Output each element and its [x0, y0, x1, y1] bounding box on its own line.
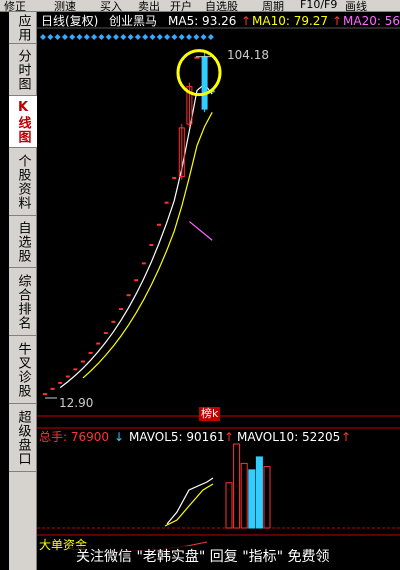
chart-badge: 榜k [199, 407, 221, 421]
price-candle [149, 244, 154, 247]
price-candle [111, 320, 116, 323]
sidebar-tab[interactable]: 超级盘口 [9, 404, 37, 472]
chart-canvas [37, 27, 400, 553]
kline-chart[interactable]: 日线(复权) 创业黑马 MA5: 93.26 ↑ MA10: 79.27 ↑ M… [37, 12, 400, 570]
price-candle [43, 393, 47, 396]
toolbar-item[interactable]: 周期 [262, 0, 284, 11]
signal-diamond [113, 34, 119, 40]
toolbar-item[interactable]: 修正 [4, 0, 26, 11]
sidebar-tab[interactable]: 自选股 [9, 216, 37, 268]
signal-diamond [156, 34, 163, 40]
signal-diamond [127, 34, 134, 40]
price-candle [65, 375, 70, 378]
sidebar-tab[interactable]: 个股资料 [9, 148, 37, 216]
price-candle [73, 368, 78, 371]
ma10-up-arrow: ↑ [332, 14, 343, 28]
mavol5-up-arrow: ↑ [224, 430, 235, 444]
signal-diamond [61, 34, 68, 40]
signal-diamond [178, 34, 185, 40]
price-candle [164, 201, 169, 204]
mavol10-up-arrow: ↑ [341, 430, 352, 444]
price-candle [172, 176, 177, 179]
toolbar-item[interactable]: F10/F9 [300, 0, 337, 11]
price-candle [103, 332, 108, 335]
signal-diamond [164, 34, 171, 40]
toolbar-item[interactable]: 自选股 [205, 0, 238, 11]
left-edge [0, 12, 9, 570]
sidebar: 应用 分时图 K线图 个股资料 自选股 综合排名 牛叉诊股 超级盘口 [9, 12, 37, 570]
signal-diamond [76, 34, 83, 40]
signal-diamond [200, 34, 207, 40]
signal-diamond [186, 34, 192, 40]
mavol5-line [166, 477, 214, 525]
toolbar-item[interactable]: 画线 [345, 0, 367, 11]
stock-name: 创业黑马 [109, 14, 158, 28]
signal-diamond [54, 34, 61, 40]
toolbar-item[interactable]: 开户 [170, 0, 192, 11]
watermark-banner: 关注微信 "老韩实盘" 回复 "指标" 免费领 [70, 546, 400, 568]
price-candle [96, 342, 101, 345]
mavol10-label: MAVOL10: 52205 [237, 430, 341, 444]
price-candle [157, 223, 161, 226]
price-candle [50, 387, 55, 390]
signal-diamond [98, 34, 105, 40]
ma5-up-arrow: ↑ [241, 14, 252, 28]
signal-diamond [47, 34, 54, 40]
mavol5-label: MAVOL5: 90161 [129, 430, 225, 444]
price-candle [201, 56, 208, 110]
ma5-line [59, 83, 213, 389]
price-candle [141, 262, 146, 265]
volume-bar [248, 469, 256, 529]
price-candle [126, 294, 131, 297]
signal-diamond [105, 34, 112, 40]
price-candle [58, 381, 63, 384]
low-price-label: 12.90 [59, 396, 94, 410]
top-toolbar: 修正 测速 买入 卖出 开户 自选股 周期 F10/F9 画线 [0, 0, 400, 12]
signal-diamond [83, 34, 90, 40]
toolbar-item[interactable]: 卖出 [138, 0, 160, 11]
price-candle [134, 279, 139, 282]
signal-diamond [207, 34, 214, 40]
signal-diamond [171, 34, 178, 40]
sidebar-tab[interactable]: 牛叉诊股 [9, 336, 37, 404]
toolbar-item[interactable]: 买入 [100, 0, 122, 11]
volume-bar [225, 482, 233, 529]
volume-bar [255, 456, 263, 529]
toolbar-item[interactable]: 测速 [54, 0, 76, 11]
volume-bar [233, 443, 241, 529]
signal-diamond [69, 34, 76, 40]
sidebar-tab[interactable]: 应用 [9, 12, 37, 44]
ma20-label: MA20: 56 [343, 14, 400, 28]
signal-diamond [120, 34, 127, 40]
volume-down-arrow: ↓ [114, 430, 125, 444]
sidebar-tab[interactable]: K线图 [9, 96, 37, 148]
high-price-label: 104.18 [227, 48, 269, 62]
signal-diamond [40, 34, 46, 40]
period-label: 日线(复权) [41, 14, 99, 28]
price-candle [81, 360, 85, 363]
sidebar-tab[interactable]: 分时图 [9, 44, 37, 96]
ma10-line [82, 112, 213, 379]
signal-diamond [149, 34, 156, 40]
price-candle [119, 308, 123, 311]
signal-diamond [142, 34, 149, 40]
ma5-label: MA5: 93.26 [168, 14, 237, 28]
volume-bar [240, 462, 248, 529]
price-candle [88, 351, 93, 354]
ma20-line [189, 221, 213, 241]
signal-diamond [91, 34, 98, 40]
ma10-label: MA10: 79.27 [252, 14, 329, 28]
signal-diamond [193, 34, 200, 40]
signal-diamond [134, 34, 141, 40]
volume-bar [263, 466, 271, 529]
sidebar-tab[interactable]: 综合排名 [9, 268, 37, 336]
volume-total-label: 总手: 76900 [39, 430, 110, 444]
